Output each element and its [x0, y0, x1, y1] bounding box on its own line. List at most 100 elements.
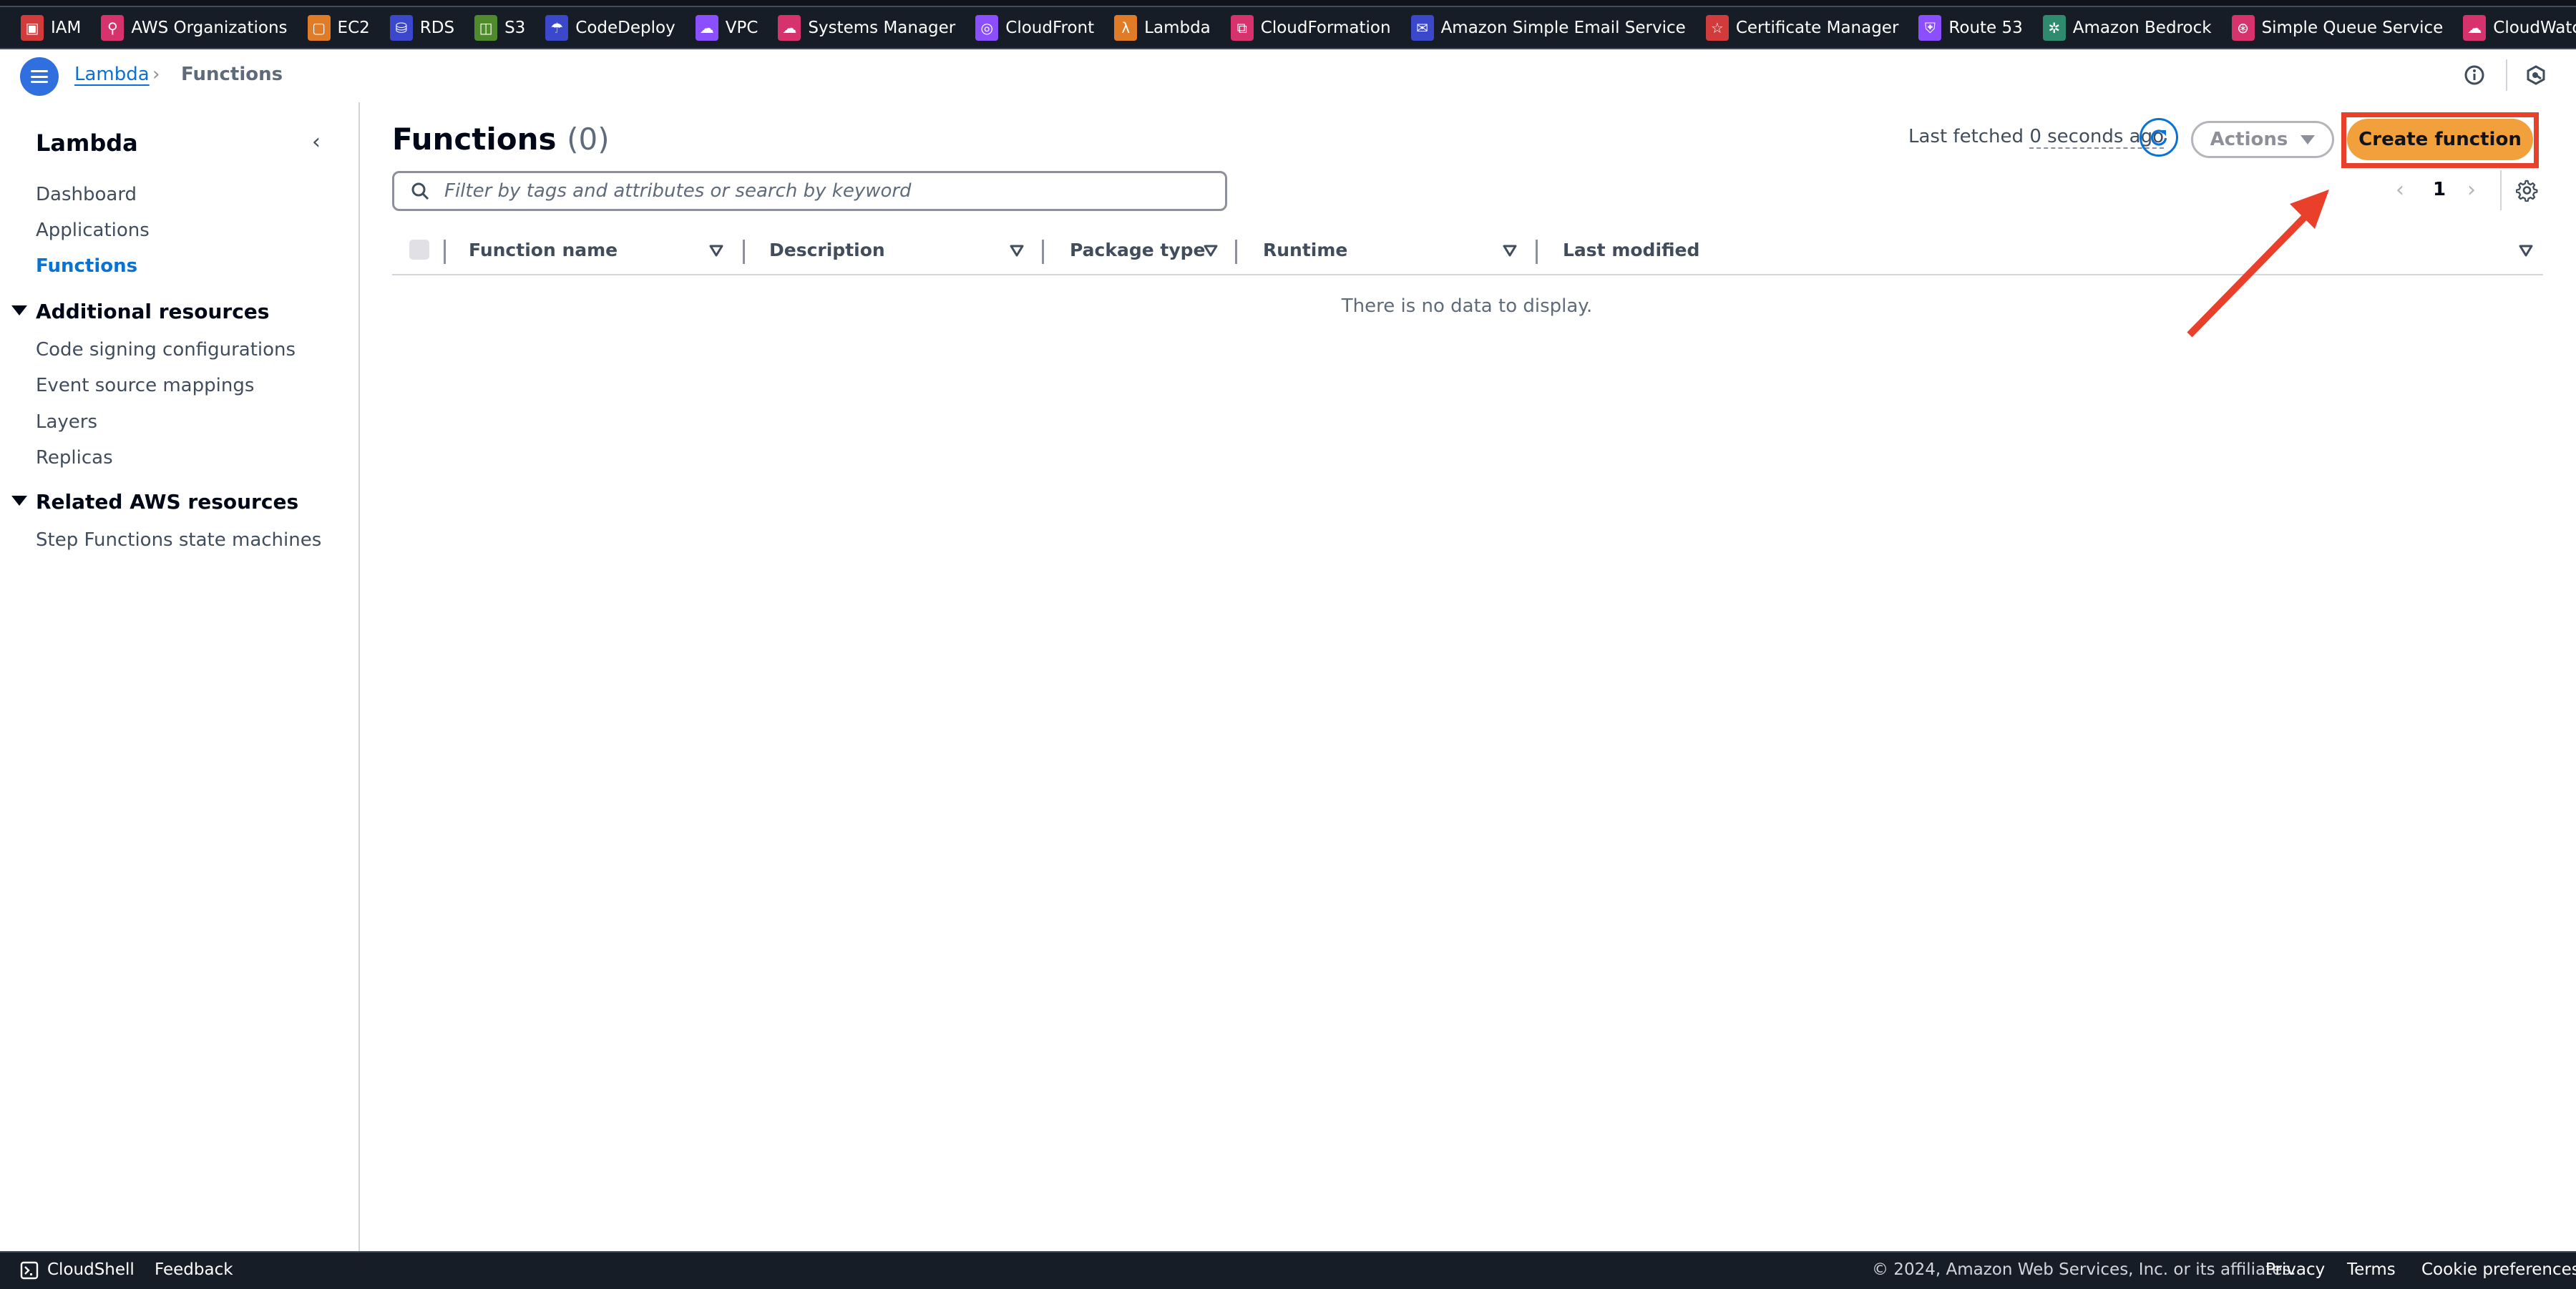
- actions-label: Actions: [2210, 129, 2288, 150]
- sidebar-item-event-source-mappings[interactable]: Event source mappings: [36, 375, 254, 396]
- column-separator[interactable]: [743, 240, 745, 264]
- shortcut-cloudformation[interactable]: ⧉ CloudFormation: [1230, 14, 1391, 41]
- cloudshell-link[interactable]: CloudShell: [47, 1260, 135, 1279]
- shortcut-systems-manager[interactable]: ☁ Systems Manager: [778, 14, 956, 41]
- shortcut-aws-organizations[interactable]: ⚲ AWS Organizations: [101, 14, 288, 41]
- sidebar-section-related-aws-resources[interactable]: Related AWS resources: [11, 490, 298, 514]
- sidebar-item-applications[interactable]: Applications: [36, 220, 150, 241]
- footer-link-cookie-preferences[interactable]: Cookie preferences: [2421, 1260, 2576, 1279]
- ses-icon: ✉: [1410, 14, 1434, 41]
- shortcut-label: Simple Queue Service: [2261, 18, 2444, 37]
- side-nav-menu-button[interactable]: [20, 57, 59, 96]
- iam-icon: ▣: [21, 14, 44, 41]
- cloudshell-icon[interactable]: [20, 1261, 39, 1280]
- shortcut-ec2[interactable]: ▢ EC2: [307, 14, 370, 41]
- shortcut-label: Certificate Manager: [1735, 18, 1899, 37]
- sidebar-item-code-signing[interactable]: Code signing configurations: [36, 339, 296, 361]
- sidebar-item-step-functions[interactable]: Step Functions state machines: [36, 529, 321, 551]
- pagination-page-1[interactable]: 1: [2433, 179, 2446, 200]
- select-all-checkbox[interactable]: [409, 240, 429, 260]
- column-header-function-name[interactable]: Function name: [469, 240, 618, 260]
- header-divider: [2506, 59, 2507, 91]
- shortcut-amazon-simple-email-service[interactable]: ✉ Amazon Simple Email Service: [1410, 14, 1686, 41]
- info-icon[interactable]: [2462, 62, 2487, 88]
- shortcut-lambda[interactable]: λ Lambda: [1114, 14, 1211, 41]
- systems-manager-icon: ☁: [778, 14, 801, 41]
- column-header-package-type[interactable]: Package type: [1070, 240, 1206, 260]
- last-fetched-label: Last fetched: [1908, 126, 2024, 147]
- shortcut-s3[interactable]: ◫ S3: [474, 14, 526, 41]
- table-preferences-gear-icon[interactable]: [2515, 179, 2539, 202]
- sort-icon[interactable]: [708, 242, 724, 258]
- route53-icon: ⛨: [1918, 14, 1942, 41]
- column-separator[interactable]: [1536, 240, 1538, 264]
- shortcut-simple-queue-service[interactable]: ⊛ Simple Queue Service: [2231, 14, 2444, 41]
- organizations-icon: ⚲: [101, 14, 125, 41]
- shortcut-amazon-bedrock[interactable]: ✲ Amazon Bedrock: [2042, 14, 2212, 41]
- shortcut-label: Route 53: [1948, 18, 2023, 37]
- sidebar-section-additional-resources[interactable]: Additional resources: [11, 300, 269, 323]
- column-separator[interactable]: [1235, 240, 1237, 264]
- sort-icon[interactable]: [1009, 242, 1025, 258]
- shortcut-label: Amazon Bedrock: [2072, 18, 2212, 37]
- sidebar-item-replicas[interactable]: Replicas: [36, 447, 113, 469]
- page-title-text: Functions: [392, 122, 557, 157]
- search-icon: [410, 181, 430, 201]
- shortcut-label: CodeDeploy: [575, 18, 675, 37]
- pagination-next-icon[interactable]: ›: [2467, 177, 2476, 202]
- shortcut-cloudwatch[interactable]: ☁ CloudWatch: [2463, 14, 2576, 41]
- pagination-previous-icon[interactable]: ‹: [2396, 177, 2404, 202]
- search-input[interactable]: [443, 180, 1197, 202]
- footer-link-terms[interactable]: Terms: [2347, 1260, 2396, 1279]
- sort-icon[interactable]: [1203, 242, 1219, 258]
- sqs-icon: ⊛: [2231, 14, 2255, 41]
- collapse-sidebar-icon[interactable]: ‹: [312, 129, 321, 155]
- sort-icon[interactable]: [1502, 242, 1518, 258]
- notifications-icon[interactable]: [2523, 62, 2549, 88]
- side-navigation: Lambda ‹ Dashboard Applications Function…: [0, 102, 360, 1251]
- lambda-icon: λ: [1114, 14, 1138, 41]
- vpc-icon: ☁: [695, 14, 718, 41]
- column-header-last-modified[interactable]: Last modified: [1563, 240, 1699, 260]
- shortcut-label: Systems Manager: [808, 18, 956, 37]
- shortcut-vpc[interactable]: ☁ VPC: [695, 14, 758, 41]
- sidebar-item-dashboard[interactable]: Dashboard: [36, 184, 137, 205]
- table-header-row: Function name Description Package type R…: [392, 232, 2543, 275]
- shortcut-label: RDS: [419, 18, 455, 37]
- shortcut-label: AWS Organizations: [131, 18, 288, 37]
- create-function-button[interactable]: Create function: [2347, 119, 2533, 160]
- search-filter[interactable]: [392, 171, 1227, 211]
- copyright-text: © 2024, Amazon Web Services, Inc. or its…: [1872, 1260, 2296, 1279]
- caret-down-icon: [11, 496, 27, 506]
- refresh-button[interactable]: [2140, 118, 2178, 157]
- sidebar-item-layers[interactable]: Layers: [36, 411, 97, 433]
- shortcut-route-53[interactable]: ⛨ Route 53: [1918, 14, 2023, 41]
- rds-icon: ⛁: [389, 14, 413, 41]
- column-header-description[interactable]: Description: [769, 240, 885, 260]
- footer-link-privacy[interactable]: Privacy: [2265, 1260, 2325, 1279]
- shortcut-codedeploy[interactable]: ☂ CodeDeploy: [545, 14, 675, 41]
- sidebar-title[interactable]: Lambda: [36, 129, 138, 157]
- shortcut-rds[interactable]: ⛁ RDS: [389, 14, 455, 41]
- shortcut-iam[interactable]: ▣ IAM: [21, 14, 82, 41]
- shortcut-label: VPC: [725, 18, 758, 37]
- shortcut-label: Amazon Simple Email Service: [1440, 18, 1686, 37]
- shortcut-label: S3: [504, 18, 526, 37]
- sort-icon[interactable]: [2518, 242, 2534, 258]
- create-function-label: Create function: [2358, 129, 2522, 150]
- column-separator[interactable]: [444, 240, 446, 264]
- feedback-link[interactable]: Feedback: [155, 1260, 233, 1279]
- hamburger-icon: [31, 70, 48, 83]
- actions-dropdown-button[interactable]: Actions: [2191, 121, 2334, 158]
- column-header-runtime[interactable]: Runtime: [1263, 240, 1347, 260]
- shortcut-certificate-manager[interactable]: ☆ Certificate Manager: [1705, 14, 1899, 41]
- shortcut-label: IAM: [51, 18, 82, 37]
- caret-down-icon: [11, 305, 27, 315]
- s3-icon: ◫: [474, 14, 498, 41]
- sidebar-item-functions[interactable]: Functions: [36, 255, 137, 277]
- column-separator[interactable]: [1042, 240, 1044, 264]
- shortcut-label: CloudFormation: [1260, 18, 1391, 37]
- breadcrumb-current: Functions: [181, 64, 283, 85]
- breadcrumb-lambda[interactable]: Lambda: [74, 64, 150, 85]
- shortcut-cloudfront[interactable]: ◎ CloudFront: [975, 14, 1094, 41]
